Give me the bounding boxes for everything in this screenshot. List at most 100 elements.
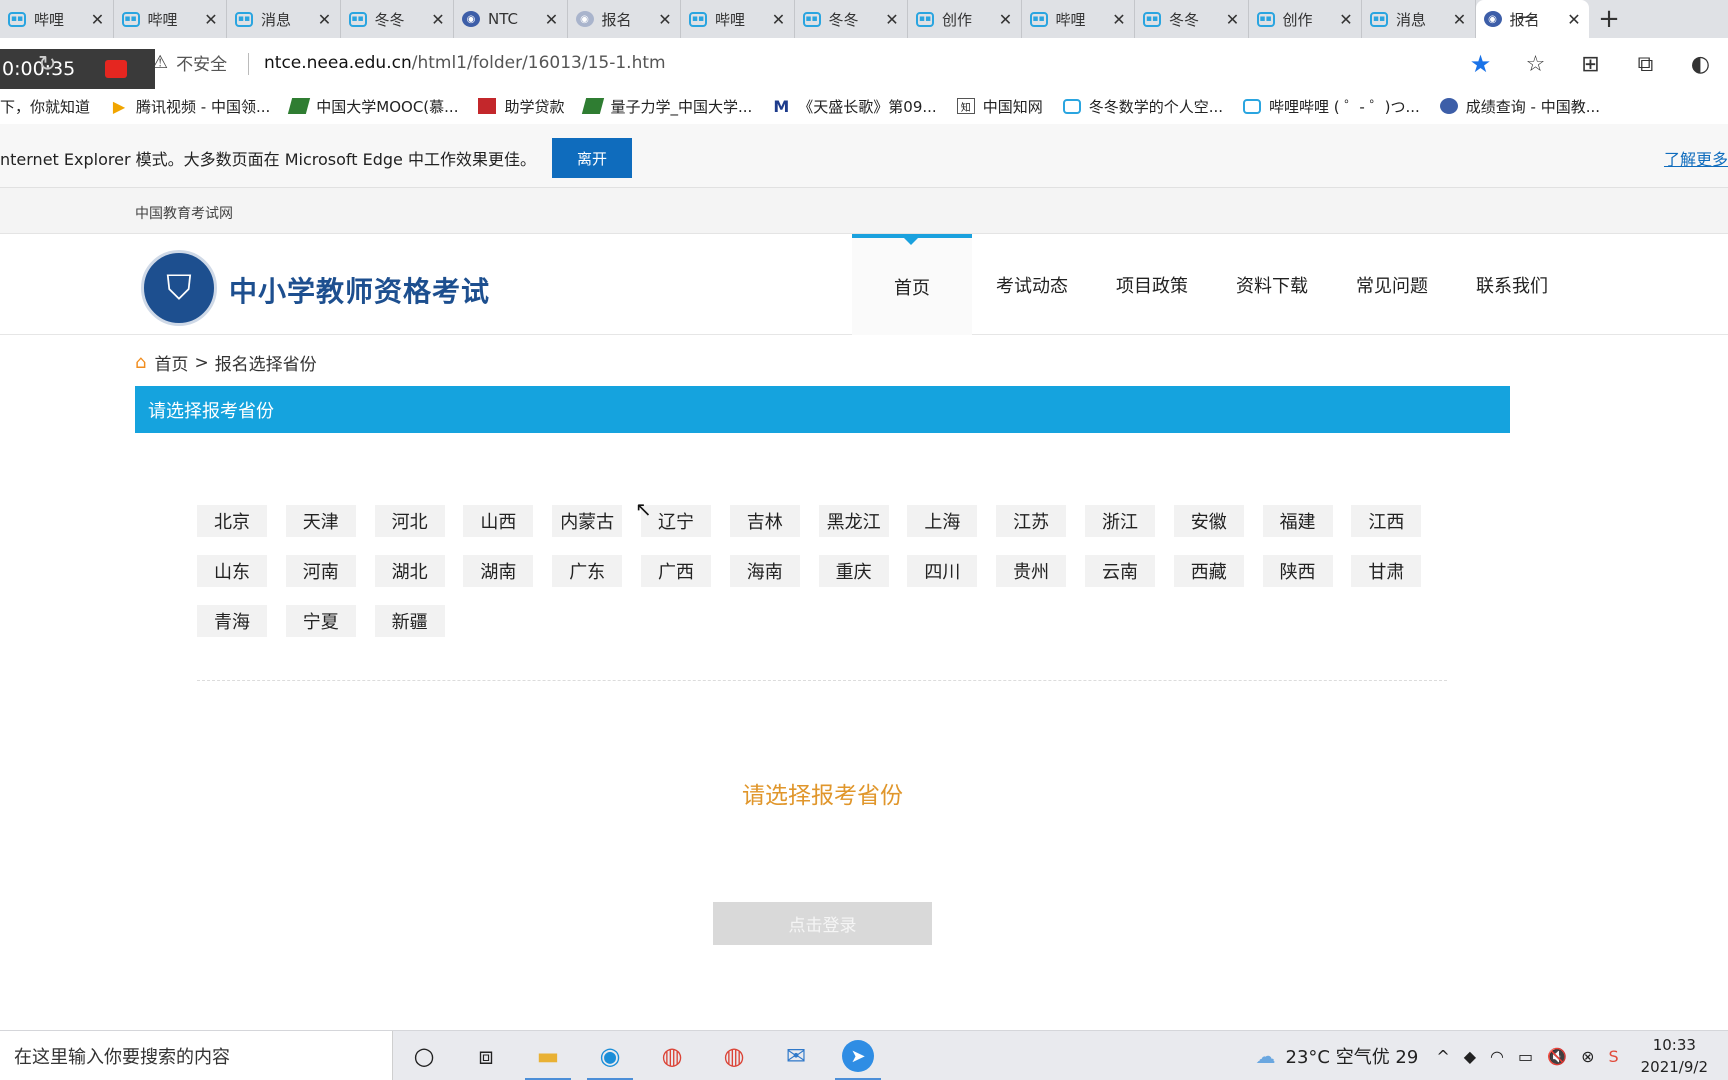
nav-item-5[interactable]: 联系我们 [1452,234,1572,335]
province-button[interactable]: 甘肃 [1351,555,1422,587]
bookmark-4[interactable]: 量子力学_中国大学... [582,96,752,117]
close-icon[interactable]: ✕ [1226,10,1240,29]
feishu-app-button[interactable]: ➤ [827,1031,889,1080]
bookmark-1[interactable]: ▶ 腾讯视频 - 中国领... [110,96,270,117]
breadcrumb-home-link[interactable]: 首页 [154,350,188,375]
tab-11[interactable]: ▪▪ 创作 ✕ [1249,0,1362,38]
network-icon[interactable]: ◠ [1490,1047,1504,1066]
bookmark-6[interactable]: 知中国知网 [956,96,1043,117]
province-button[interactable]: 福建 [1262,505,1333,537]
province-button[interactable]: 上海 [907,505,978,537]
province-button[interactable]: 陕西 [1262,555,1333,587]
minimize-window-button[interactable]: — [1518,4,1538,28]
show-hidden-icons-icon[interactable]: ^ [1436,1047,1449,1066]
tab-12[interactable]: ▪▪ 消息 ✕ [1362,0,1476,38]
tab-3[interactable]: ▪▪ 冬冬 ✕ [341,0,454,38]
logo-emblem-icon[interactable]: ⛉ [141,250,217,326]
province-button[interactable]: 河北 [374,505,445,537]
nav-item-0[interactable]: 首页 [852,234,972,335]
close-icon[interactable]: ✕ [1567,10,1581,29]
url-input[interactable]: ntce.neea.edu.cn/html1/folder/16013/15-1… [264,53,666,73]
mail-icon[interactable]: ✉ [765,1031,827,1080]
close-icon[interactable]: ✕ [885,10,899,29]
province-button[interactable]: 江苏 [996,505,1067,537]
nav-item-2[interactable]: 项目政策 [1092,234,1212,335]
refresh-icon[interactable]: ↻ [38,52,56,77]
bookmark-9[interactable]: 成绩查询 - 中国教... [1439,96,1600,117]
province-button[interactable]: 山西 [463,505,534,537]
collections-icon[interactable]: ⊞ [1563,52,1618,77]
login-button[interactable]: 点击登录 [713,902,932,945]
province-button[interactable]: 内蒙古 [552,505,623,537]
close-icon[interactable]: ✕ [318,10,332,29]
province-button[interactable]: 河南 [285,555,356,587]
tab-8[interactable]: ▪▪ 创作 ✕ [908,0,1022,38]
nav-item-1[interactable]: 考试动态 [972,234,1092,335]
close-icon[interactable]: ✕ [1112,10,1126,29]
edge-icon[interactable]: ◉ [579,1031,641,1080]
province-button[interactable]: 新疆 [374,605,445,637]
nav-item-3[interactable]: 资料下载 [1212,234,1332,335]
province-button[interactable]: 山东 [197,555,267,587]
weather-cloud-icon[interactable]: ☁ [1256,1044,1276,1068]
province-button[interactable]: 四川 [907,555,978,587]
bookmark-7[interactable]: 冬冬数学的个人空... [1062,96,1223,117]
tab-7[interactable]: ▪▪ 冬冬 ✕ [795,0,908,38]
close-icon[interactable]: ✕ [999,10,1013,29]
ie-mode-icon[interactable]: ⧉ [1618,52,1673,77]
province-button[interactable]: 江西 [1351,505,1422,537]
taskbar-clock[interactable]: 10:33 2021/9/2 [1641,1034,1708,1078]
bookmark-3[interactable]: 助学贷款 [478,96,564,117]
province-button[interactable]: 海南 [729,555,800,587]
chrome-icon[interactable]: ◍ [641,1031,703,1080]
taskbar-search-input[interactable]: 在这里输入你要搜索的内容 [0,1031,393,1080]
close-icon[interactable]: ✕ [658,10,672,29]
province-button[interactable]: 广西 [640,555,711,587]
profile-icon[interactable]: ◐ [1673,52,1728,77]
province-button[interactable]: 云南 [1084,555,1155,587]
volume-muted-icon[interactable]: 🔇 [1547,1047,1567,1066]
province-button[interactable]: 广东 [552,555,623,587]
wps-icon[interactable]: S [1608,1047,1618,1066]
close-icon[interactable]: ✕ [204,10,218,29]
leave-ie-mode-button[interactable]: 离开 [552,138,632,178]
nav-item-4[interactable]: 常见问题 [1332,234,1452,335]
favorites-icon[interactable]: ☆ [1508,52,1563,77]
province-button[interactable]: 安徽 [1173,505,1244,537]
favorite-star-icon[interactable]: ★ [1453,50,1508,78]
province-button[interactable]: 西藏 [1173,555,1244,587]
close-icon[interactable]: ✕ [1339,10,1353,29]
province-button[interactable]: 吉林 [729,505,800,537]
province-button[interactable]: 湖南 [463,555,534,587]
province-button[interactable]: 黑龙江 [818,505,889,537]
neea-link[interactable]: 中国教育考试网 [135,203,233,223]
weather-text[interactable]: 23°C 空气优 29 [1286,1043,1419,1069]
province-button[interactable]: 重庆 [818,555,889,587]
chrome-alt-icon[interactable]: ◍ [703,1031,765,1080]
province-button[interactable]: 青海 [197,605,267,637]
close-icon[interactable]: ✕ [431,10,445,29]
tab-5[interactable]: ◉ 报名 ✕ [568,0,681,38]
close-icon[interactable]: ✕ [772,10,786,29]
close-icon[interactable]: ✕ [91,10,105,29]
tab-9[interactable]: ▪▪ 哔哩 ✕ [1022,0,1135,38]
close-icon[interactable]: ✕ [545,10,559,29]
bookmark-0[interactable]: 下，你就知道 [0,96,90,117]
bookmark-5[interactable]: M 《天盛长歌》第09... [772,96,936,117]
province-button[interactable]: 宁夏 [285,605,356,637]
qq-icon[interactable]: ◆ [1464,1047,1476,1066]
tab-2[interactable]: ▪▪ 消息 ✕ [227,0,341,38]
tab-6[interactable]: ▪▪ 哔哩 ✕ [681,0,795,38]
tab-1[interactable]: ▪▪ 哔哩 ✕ [114,0,227,38]
close-circle-icon[interactable]: ⊗ [1581,1047,1594,1066]
province-button[interactable]: 湖北 [374,555,445,587]
province-button[interactable]: 贵州 [996,555,1067,587]
province-button[interactable]: 浙江 [1084,505,1155,537]
tab-4[interactable]: ◉ NTC ✕ [454,0,568,38]
battery-icon[interactable]: ▭ [1518,1047,1533,1066]
bookmark-2[interactable]: 中国大学MOOC(慕... [288,96,458,117]
file-explorer-icon[interactable]: ▬ [517,1031,579,1080]
new-tab-button[interactable]: + [1589,0,1629,38]
task-view-icon[interactable]: ⧈ [455,1031,517,1080]
site-logo-title[interactable]: 中小学教师资格考试 [229,270,490,310]
